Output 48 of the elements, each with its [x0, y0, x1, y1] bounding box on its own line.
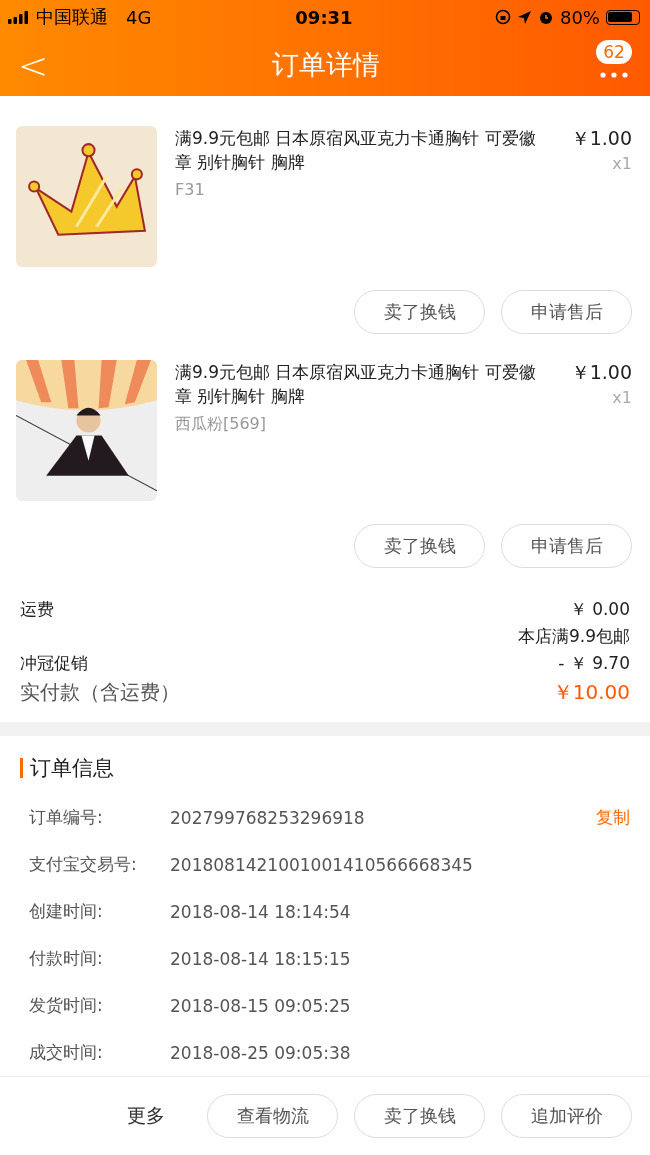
rotation-lock-icon	[494, 9, 511, 25]
more-icon[interactable]	[600, 72, 628, 79]
item-action-button[interactable]: 卖了换钱	[354, 290, 485, 335]
info-label: 创建时间:	[29, 900, 104, 923]
page-title: 订单详情	[272, 48, 380, 83]
network-type: 4G	[126, 6, 152, 28]
info-value: 2018-08-14 18:14:54	[170, 901, 352, 922]
more-button[interactable]: 更多	[121, 1102, 171, 1130]
order-action-button[interactable]: 卖了换钱	[354, 1094, 485, 1138]
item-action-button[interactable]: 申请售后	[501, 524, 632, 569]
product-title[interactable]: 满9.9元包邮 日本原宿风亚克力卡通胸针 可爱徽章 别针胸针 胸牌	[175, 360, 542, 409]
product-price: ￥1.00	[570, 360, 632, 386]
location-arrow-icon	[516, 9, 532, 25]
fee-value: - ￥ 9.70	[558, 652, 630, 676]
fee-label: 冲冠促销	[20, 652, 88, 676]
fee-label: 运费	[20, 598, 54, 622]
section-title: 订单信息	[30, 755, 114, 782]
info-label: 支付宝交易号:	[29, 853, 138, 876]
battery-icon	[606, 9, 640, 25]
status-time: 09:31	[295, 6, 353, 28]
info-value: 202799768253296918	[170, 807, 366, 828]
battery-percent: 80%	[559, 6, 600, 28]
info-value: 2018-08-15 09:05:25	[170, 995, 352, 1016]
info-value: 2018-08-14 18:15:15	[170, 948, 352, 969]
info-label: 成交时间:	[29, 1041, 104, 1064]
info-label: 发货时间:	[29, 994, 104, 1017]
item-action-button[interactable]: 申请售后	[501, 290, 632, 335]
product-variant: 西瓜粉[569]	[175, 414, 268, 436]
message-count-badge: 62	[596, 40, 632, 65]
info-value: 2018081421001001410566668345	[170, 854, 474, 875]
product-quantity: x1	[612, 388, 632, 408]
info-label: 付款时间:	[29, 947, 104, 970]
product-variant: F31	[175, 180, 206, 200]
alarm-clock-icon	[537, 9, 554, 25]
order-action-button[interactable]: 追加评价	[501, 1094, 632, 1138]
fee-value: ￥ 0.00	[569, 598, 630, 622]
product-price: ￥1.00	[570, 126, 632, 152]
product-quantity: x1	[612, 154, 632, 174]
carrier-name: 中国联通	[36, 5, 108, 29]
total-label: 实付款（含运费）	[20, 679, 180, 707]
total-amount: ￥10.00	[552, 679, 630, 707]
product-title[interactable]: 满9.9元包邮 日本原宿风亚克力卡通胸针 可爱徽章 别针胸针 胸牌	[175, 126, 542, 175]
info-value: 2018-08-25 09:05:38	[170, 1042, 352, 1063]
signal-icon	[8, 10, 30, 24]
order-action-button[interactable]: 查看物流	[207, 1094, 338, 1138]
info-label: 订单编号:	[29, 806, 104, 829]
item-action-button[interactable]: 卖了换钱	[354, 524, 485, 569]
fee-note: 本店满9.9包邮	[517, 625, 630, 649]
